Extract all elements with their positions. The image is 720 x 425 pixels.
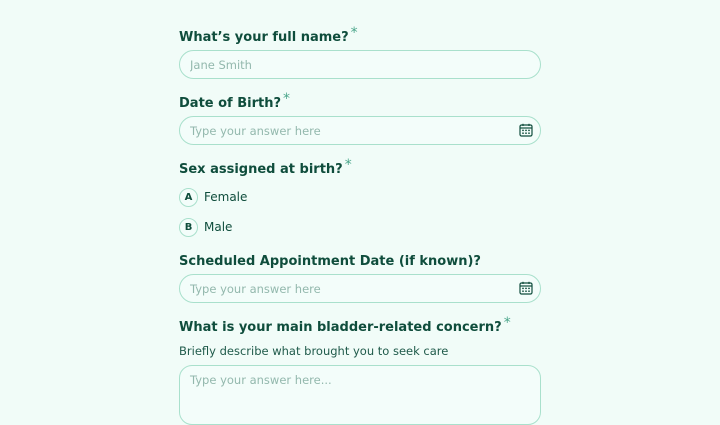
concern-label-text: What is your main bladder-related concer…	[179, 320, 502, 335]
concern-label: What is your main bladder-related concer…	[179, 315, 511, 337]
option-label: Female	[204, 190, 248, 204]
required-asterisk: *	[283, 91, 291, 107]
dob-label-text: Date of Birth?	[179, 96, 282, 111]
dob-input[interactable]	[179, 116, 541, 145]
appointment-label-text: Scheduled Appointment Date (if known)?	[179, 254, 481, 269]
intake-form: What’s your full name?* Date of Birth?* …	[179, 0, 541, 425]
option-key: A	[179, 187, 198, 207]
option-label: Male	[204, 220, 233, 234]
option-male[interactable]: B Male	[179, 217, 232, 237]
required-asterisk: *	[344, 157, 352, 173]
required-asterisk: *	[350, 25, 358, 41]
option-key: B	[179, 217, 198, 237]
calendar-icon[interactable]	[519, 281, 533, 295]
appointment-label: Scheduled Appointment Date (if known)?	[179, 253, 481, 271]
required-asterisk: *	[503, 315, 511, 331]
option-female[interactable]: A Female	[179, 187, 247, 207]
calendar-icon[interactable]	[519, 123, 533, 137]
full-name-input[interactable]	[179, 50, 541, 79]
appointment-input[interactable]	[179, 274, 541, 303]
sex-label-text: Sex assigned at birth?	[179, 162, 343, 177]
full-name-label: What’s your full name? *	[179, 25, 358, 47]
concern-helper-text: Briefly describe what brought you to see…	[179, 344, 449, 358]
concern-textarea[interactable]	[179, 365, 541, 425]
full-name-label-text: What’s your full name?	[179, 30, 349, 45]
dob-label: Date of Birth? *	[179, 91, 291, 113]
sex-label: Sex assigned at birth? *	[179, 157, 352, 179]
